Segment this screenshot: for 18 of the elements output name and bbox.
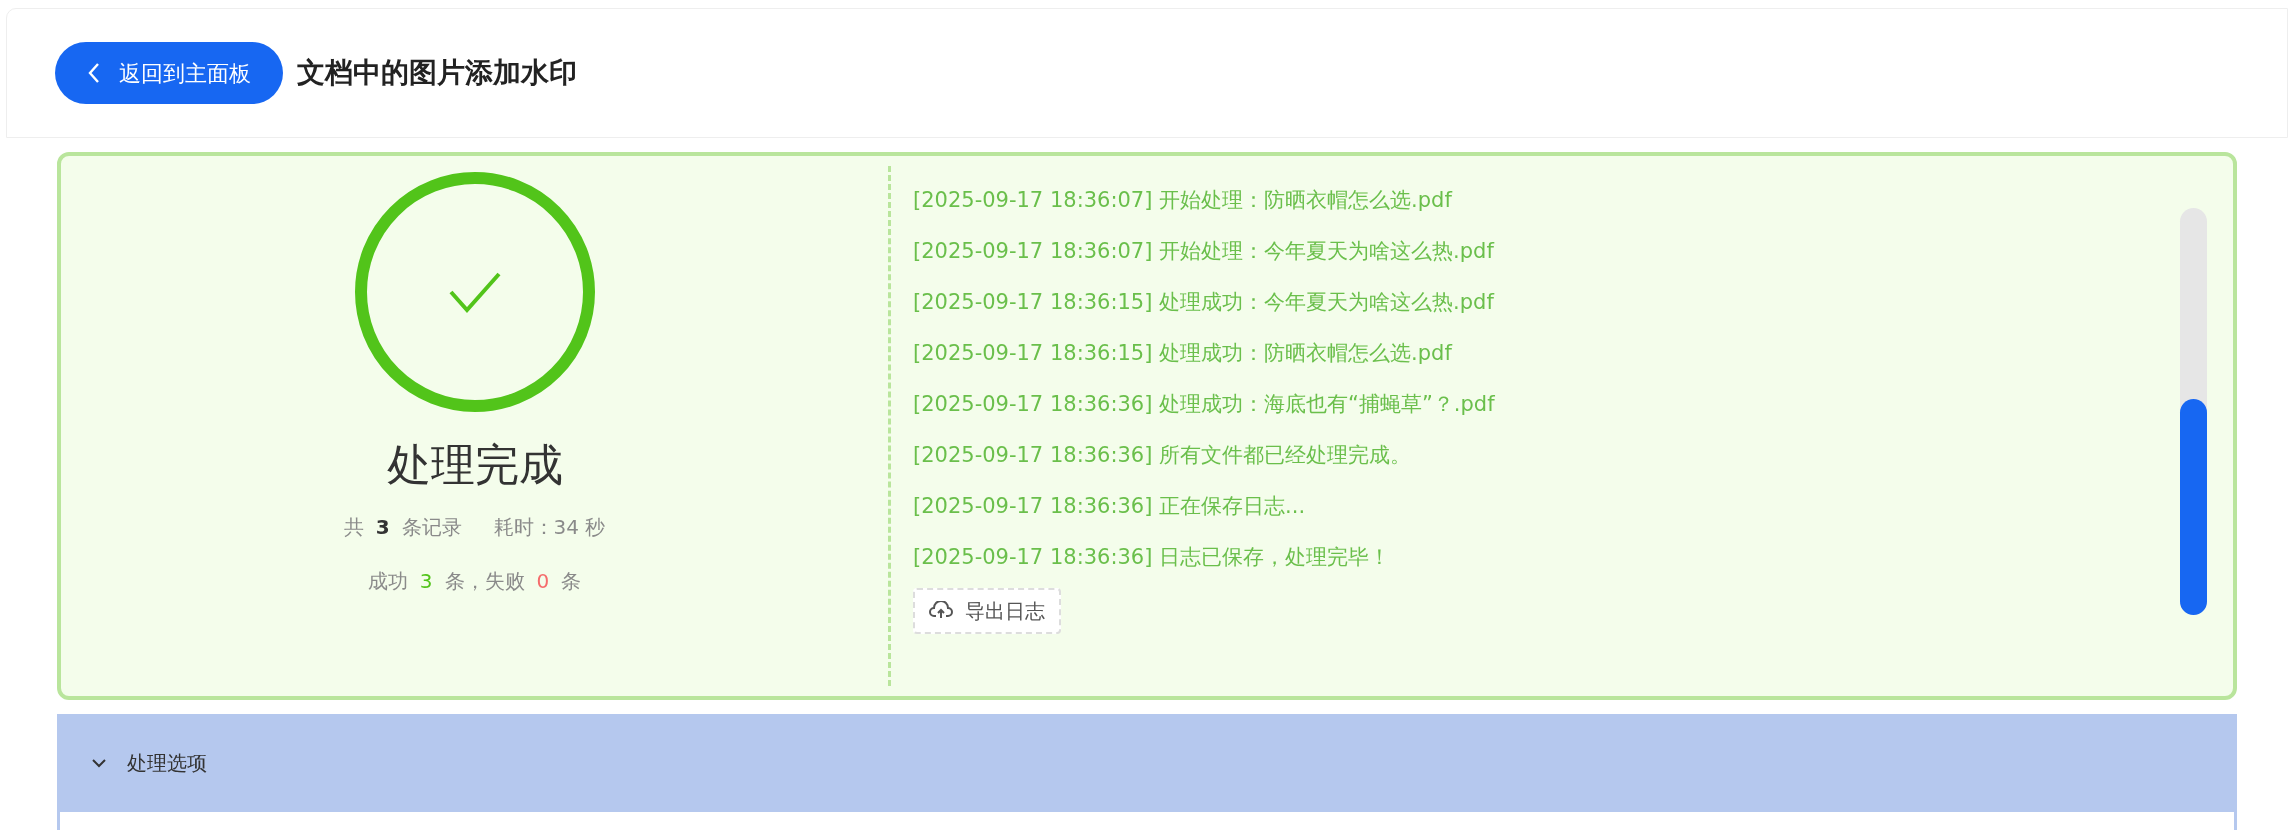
cloud-upload-icon — [929, 601, 953, 621]
log-line: [2025-09-17 18:36:07] 开始处理：防晒衣帽怎么选.pdf — [913, 187, 1454, 214]
log-line: [2025-09-17 18:36:36] 处理成功：海底也有“捕蝇草”？.pdf — [913, 391, 1496, 418]
page-title: 文档中的图片添加水印 — [297, 55, 577, 91]
log-line: [2025-09-17 18:36:36] 所有文件都已经处理完成。 — [913, 442, 1413, 469]
export-log-button[interactable]: 导出日志 — [913, 588, 1061, 634]
result-stats: 成功 3 条，失败 0 条 — [367, 568, 582, 595]
log-line: [2025-09-17 18:36:36] 日志已保存，处理完毕！ — [913, 544, 1392, 571]
result-title: 处理完成 — [386, 438, 563, 492]
result-stats: 共 3 条记录 耗时：34 秒 — [343, 514, 606, 541]
log-line: [2025-09-17 18:36:15] 处理成功：防晒衣帽怎么选.pdf — [913, 340, 1454, 367]
log-line: [2025-09-17 18:36:07] 开始处理：今年夏天为啥这么热.pdf — [913, 238, 1496, 265]
back-button[interactable]: 返回到主面板 — [55, 42, 283, 104]
options-panel-header[interactable]: 处理选项 — [57, 714, 2237, 812]
log-line: [2025-09-17 18:36:36] 正在保存日志... — [913, 493, 1307, 520]
chevron-icon — [91, 758, 107, 768]
log-line: [2025-09-17 18:36:15] 处理成功：今年夏天为啥这么热.pdf — [913, 289, 1496, 316]
chevron-left-icon — [87, 62, 101, 84]
